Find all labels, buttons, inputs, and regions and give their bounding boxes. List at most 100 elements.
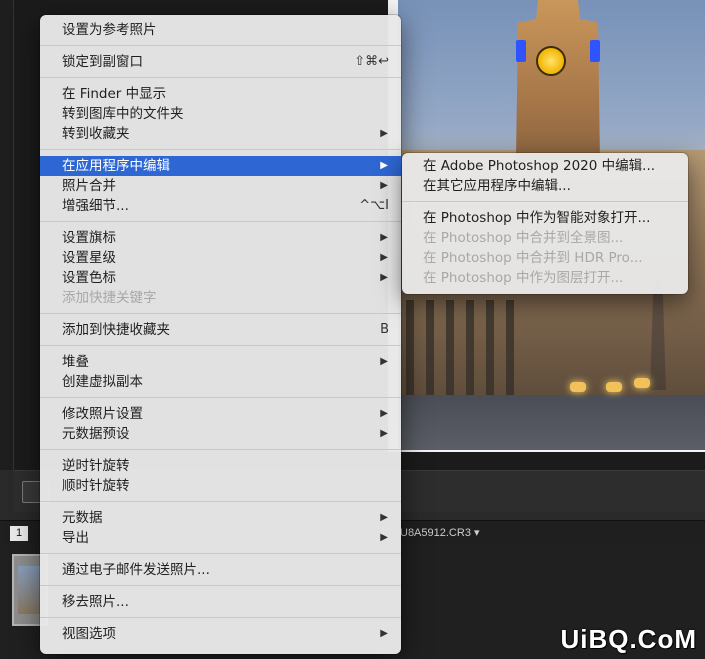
edit-in-submenu: 在 Adobe Photoshop 2020 中编辑... 在其它应用程序中编辑.…: [402, 153, 688, 294]
menu-item[interactable]: 移去照片...: [40, 592, 401, 612]
triangle-right-icon: ▶: [380, 232, 388, 243]
submenu-item[interactable]: 设置旗标 ▶: [40, 228, 401, 248]
menu-item-label: 转到图库中的文件夹: [62, 106, 184, 122]
menu-item-label: 设置为参考照片: [62, 22, 157, 38]
triangle-right-icon: ▶: [380, 532, 388, 543]
menu-item[interactable]: 添加到快捷收藏夹 B: [40, 320, 401, 340]
menu-item[interactable]: 转到图库中的文件夹: [40, 104, 401, 124]
menu-item-label: 增强细节...: [62, 198, 129, 214]
thumbnail-image: [18, 566, 42, 614]
menu-item-label: 逆时针旋转: [62, 458, 130, 474]
menu-separator: [40, 77, 401, 78]
menu-item-label: 锁定到副窗口: [62, 54, 143, 70]
menu-item-label: 在 Finder 中显示: [62, 86, 167, 102]
menu-item-label: 修改照片设置: [62, 406, 143, 422]
submenu-item[interactable]: 转到收藏夹 ▶: [40, 124, 401, 144]
menu-item-label: 在 Photoshop 中作为智能对象打开...: [423, 210, 651, 226]
triangle-right-icon: ▶: [380, 408, 388, 419]
triangle-right-icon: ▶: [380, 160, 388, 171]
context-menu: 设置为参考照片 锁定到副窗口 ⇧⌘↩ 在 Finder 中显示 转到图库中的文件夹 转到收…: [40, 15, 401, 654]
menu-item[interactable]: 在 Finder 中显示: [40, 84, 401, 104]
menu-item[interactable]: 增强细节... ^⌥I: [40, 196, 401, 216]
menu-separator: [40, 221, 401, 222]
menu-item[interactable]: 在 Photoshop 中作为智能对象打开...: [402, 208, 688, 228]
menu-item-label: 添加到快捷收藏夹: [62, 322, 170, 338]
menu-item-label: 在 Photoshop 中作为图层打开...: [423, 270, 624, 286]
menu-item-label: 照片合并: [62, 178, 116, 194]
submenu-item[interactable]: 堆叠 ▶: [40, 352, 401, 372]
car-light: [606, 382, 622, 392]
triangle-right-icon: ▶: [380, 252, 388, 263]
menu-item: 在 Photoshop 中作为图层打开...: [402, 268, 688, 288]
menu-item-label: 设置色标: [62, 270, 116, 286]
submenu-item[interactable]: 修改照片设置 ▶: [40, 404, 401, 424]
submenu-item[interactable]: 元数据 ▶: [40, 508, 401, 528]
menu-item-label: 通过电子邮件发送照片...: [62, 562, 210, 578]
menu-item[interactable]: 在 Adobe Photoshop 2020 中编辑...: [402, 156, 688, 176]
street: [398, 395, 705, 450]
car-light: [570, 382, 586, 392]
submenu-item[interactable]: 元数据预设 ▶: [40, 424, 401, 444]
menu-separator: [40, 501, 401, 502]
submenu-item[interactable]: 在应用程序中编辑 ▶: [40, 156, 401, 176]
menu-item[interactable]: 在其它应用程序中编辑...: [402, 176, 688, 196]
tower-blue-light: [516, 40, 526, 62]
submenu-item[interactable]: 视图选项 ▶: [40, 624, 401, 644]
triangle-right-icon: ▶: [380, 180, 388, 191]
menu-item-label: 转到收藏夹: [62, 126, 130, 142]
menu-item-label: 在 Photoshop 中合并到 HDR Pro...: [423, 250, 643, 266]
keyboard-shortcut: ⇧⌘↩: [354, 54, 389, 69]
submenu-item[interactable]: 导出 ▶: [40, 528, 401, 548]
menu-separator: [402, 201, 688, 202]
submenu-item[interactable]: 设置星级 ▶: [40, 248, 401, 268]
triangle-right-icon: ▶: [380, 428, 388, 439]
triangle-right-icon: ▶: [380, 512, 388, 523]
menu-separator: [40, 397, 401, 398]
menu-separator: [40, 313, 401, 314]
menu-item-label: 元数据: [62, 510, 103, 526]
menu-item-label: 在其它应用程序中编辑...: [423, 178, 571, 194]
page-number[interactable]: 1: [10, 526, 28, 541]
clock-face: [536, 46, 566, 76]
menu-item-label: 堆叠: [62, 354, 89, 370]
triangle-right-icon: ▶: [380, 272, 388, 283]
tower-blue-light: [590, 40, 600, 62]
clock-tower: [516, 0, 600, 160]
menu-item[interactable]: 通过电子邮件发送照片...: [40, 560, 401, 580]
menu-separator: [40, 149, 401, 150]
menu-item-label: 移去照片...: [62, 594, 129, 610]
menu-item[interactable]: 顺时针旋转: [40, 476, 401, 496]
menu-separator: [40, 553, 401, 554]
menu-item[interactable]: 创建虚拟副本: [40, 372, 401, 392]
submenu-item[interactable]: 照片合并 ▶: [40, 176, 401, 196]
car-light: [634, 378, 650, 388]
menu-item-label: 在 Photoshop 中合并到全景图...: [423, 230, 624, 246]
filename-label[interactable]: U8A5912.CR3 ▾: [400, 526, 480, 539]
menu-item: 在 Photoshop 中合并到 HDR Pro...: [402, 248, 688, 268]
menu-item-label: 设置旗标: [62, 230, 116, 246]
keyboard-shortcut: ^⌥I: [359, 198, 389, 213]
menu-item: 在 Photoshop 中合并到全景图...: [402, 228, 688, 248]
watermark: UiBQ.CoM: [560, 624, 697, 654]
building-windows: [406, 300, 526, 410]
menu-item-label: 在 Adobe Photoshop 2020 中编辑...: [423, 158, 656, 174]
menu-separator: [40, 617, 401, 618]
menu-item: 添加快捷关键字: [40, 288, 401, 308]
keyboard-shortcut: B: [380, 322, 389, 337]
menu-item-label: 导出: [62, 530, 89, 546]
menu-separator: [40, 45, 401, 46]
menu-separator: [40, 449, 401, 450]
submenu-item[interactable]: 设置色标 ▶: [40, 268, 401, 288]
menu-separator: [40, 345, 401, 346]
menu-item-label: 设置星级: [62, 250, 116, 266]
triangle-right-icon: ▶: [380, 628, 388, 639]
menu-item[interactable]: 设置为参考照片: [40, 20, 401, 40]
menu-item-label: 添加快捷关键字: [62, 290, 157, 306]
menu-item[interactable]: 锁定到副窗口 ⇧⌘↩: [40, 52, 401, 72]
triangle-right-icon: ▶: [380, 128, 388, 139]
menu-item-label: 在应用程序中编辑: [62, 158, 170, 174]
menu-item-label: 视图选项: [62, 626, 116, 642]
menu-item-label: 元数据预设: [62, 426, 130, 442]
menu-item-label: 创建虚拟副本: [62, 374, 143, 390]
menu-item[interactable]: 逆时针旋转: [40, 456, 401, 476]
